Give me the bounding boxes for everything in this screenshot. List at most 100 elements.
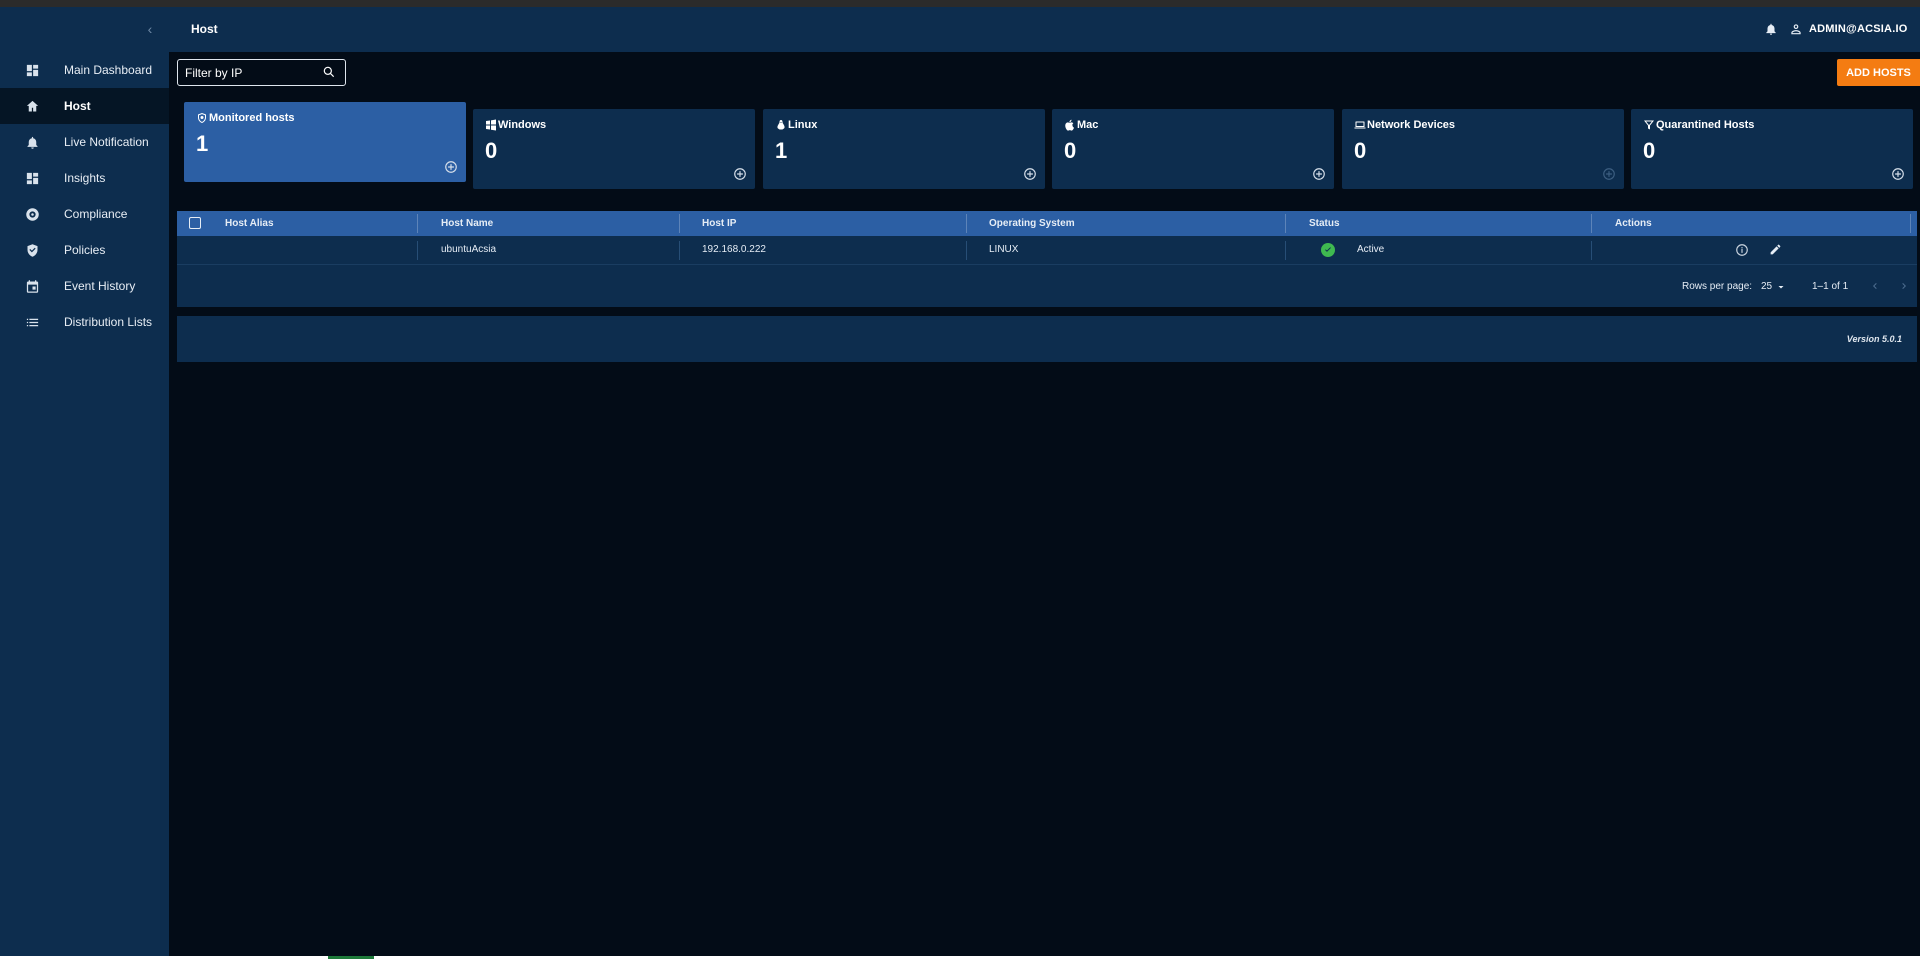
column-divider	[1910, 214, 1911, 233]
version-label: Version 5.0.1	[1846, 334, 1902, 344]
card-mac[interactable]: Mac 0	[1052, 109, 1334, 189]
chevron-right-icon[interactable]	[1898, 279, 1910, 291]
cell-status: Active	[1357, 244, 1385, 255]
column-divider	[679, 214, 680, 233]
card-count: 0	[1354, 138, 1367, 163]
linux-icon	[775, 118, 787, 130]
column-divider	[1285, 241, 1286, 260]
card-count: 0	[485, 138, 498, 163]
column-header[interactable]: Status	[1309, 218, 1340, 229]
sidebar-item-insights[interactable]: Insights	[0, 160, 169, 196]
window-top-strip	[0, 0, 1920, 7]
sidebar-item-label: Insights	[64, 171, 106, 185]
add-circle-icon[interactable]	[1312, 167, 1326, 181]
column-header[interactable]: Operating System	[989, 218, 1075, 229]
add-circle-icon[interactable]	[444, 160, 458, 174]
pagination-range: 1–1 of 1	[1812, 281, 1849, 292]
card-title: Monitored hosts	[209, 112, 295, 124]
add-circle-icon[interactable]	[733, 167, 747, 181]
column-divider	[417, 214, 418, 233]
sidebar-item-distribution-lists[interactable]: Distribution Lists	[0, 304, 169, 340]
edit-pencil-icon[interactable]	[1769, 243, 1783, 257]
sidebar-item-host[interactable]: Host	[0, 88, 169, 124]
info-icon[interactable]	[1735, 243, 1749, 257]
apple-icon	[1064, 118, 1076, 131]
card-network-devices[interactable]: Network Devices 0	[1342, 109, 1624, 189]
column-divider	[1591, 241, 1592, 260]
column-header[interactable]: Host IP	[702, 218, 736, 229]
sidebar-item-compliance[interactable]: Compliance	[0, 196, 169, 232]
shield-icon	[24, 242, 40, 258]
column-divider	[966, 214, 967, 233]
card-count: 1	[196, 131, 209, 156]
filter-ip-input[interactable]	[185, 65, 315, 81]
card-title: Windows	[498, 119, 547, 131]
shield-icon	[196, 111, 208, 123]
add-circle-icon[interactable]	[1602, 167, 1616, 181]
card-windows[interactable]: Windows 0	[473, 109, 755, 189]
sidebar-item-live-notification[interactable]: Live Notification	[0, 124, 169, 160]
chevron-left-icon[interactable]	[1869, 279, 1881, 291]
user-icon[interactable]	[1789, 22, 1805, 38]
collapse-sidebar-icon[interactable]: ‹	[142, 21, 158, 37]
sidebar-item-label: Event History	[64, 279, 136, 293]
sidebar-item-policies[interactable]: Policies	[0, 232, 169, 268]
calendar-icon	[24, 278, 40, 294]
footer: Version 5.0.1	[177, 316, 1917, 362]
window-bottom-strip	[0, 956, 1920, 962]
add-circle-icon[interactable]	[1891, 167, 1905, 181]
sidebar-item-label: Host	[64, 99, 91, 113]
rows-per-page-label: Rows per page:	[1682, 281, 1753, 292]
card-linux[interactable]: Linux 1	[763, 109, 1045, 189]
header: Host ADMIN@ACSIA.IO	[169, 7, 1920, 52]
filter-by-ip[interactable]	[177, 59, 346, 86]
card-quarantined-hosts[interactable]: Quarantined Hosts 0	[1631, 109, 1913, 189]
cell-os: LINUX	[989, 244, 1019, 255]
user-menu[interactable]: ADMIN@ACSIA.IO	[1809, 23, 1907, 35]
card-monitored-hosts[interactable]: Monitored hosts 1	[184, 102, 466, 182]
card-title: Mac	[1077, 119, 1099, 131]
column-header: Actions	[1615, 218, 1652, 229]
column-header[interactable]: Host Alias	[225, 218, 274, 229]
filter-icon	[1643, 118, 1655, 130]
column-divider	[1591, 214, 1592, 233]
sidebar-item-label: Live Notification	[64, 135, 149, 149]
search-icon[interactable]	[322, 65, 337, 80]
sidebar-item-label: Distribution Lists	[64, 315, 153, 329]
cell-host-ip: 192.168.0.222	[702, 244, 766, 255]
laptop-icon	[1353, 118, 1367, 130]
card-count: 0	[1064, 138, 1077, 163]
card-count: 0	[1643, 138, 1656, 163]
windows-icon	[485, 118, 497, 131]
dashboard-icon	[24, 170, 40, 186]
sidebar-item-event-history[interactable]: Event History	[0, 268, 169, 304]
card-title: Quarantined Hosts	[1656, 119, 1755, 131]
list-icon	[24, 314, 40, 330]
dashboard-icon	[24, 62, 40, 78]
sidebar-item-main-dashboard[interactable]: Main Dashboard	[0, 52, 169, 88]
dropdown-arrow-icon[interactable]	[1775, 280, 1787, 292]
sidebar-item-label: Policies	[64, 243, 106, 257]
table-row[interactable]: ubuntuAcsia 192.168.0.222 LINUX Active	[177, 236, 1917, 265]
card-title: Network Devices	[1367, 119, 1456, 131]
taskbar-indicator	[328, 956, 374, 959]
home-icon	[24, 98, 40, 114]
sidebar-item-label: Compliance	[64, 207, 128, 221]
notification-bell-icon[interactable]	[1764, 22, 1780, 38]
card-title: Linux	[788, 119, 818, 131]
bell-icon	[24, 134, 40, 150]
gear-icon	[24, 206, 40, 222]
rows-per-page-select[interactable]: 25	[1761, 281, 1772, 292]
column-divider	[417, 241, 418, 260]
card-count: 1	[775, 138, 788, 163]
cell-host-name: ubuntuAcsia	[441, 244, 497, 255]
select-all-checkbox[interactable]	[189, 217, 201, 229]
check-circle-icon	[1321, 243, 1335, 257]
column-divider	[679, 241, 680, 260]
sidebar: ‹ Main Dashboard Host Live Notification …	[0, 7, 169, 956]
add-circle-icon[interactable]	[1023, 167, 1037, 181]
column-divider	[966, 241, 967, 260]
add-hosts-button[interactable]: ADD HOSTS	[1837, 59, 1920, 86]
column-header[interactable]: Host Name	[441, 218, 493, 229]
sidebar-nav: Main Dashboard Host Live Notification In…	[0, 52, 169, 340]
